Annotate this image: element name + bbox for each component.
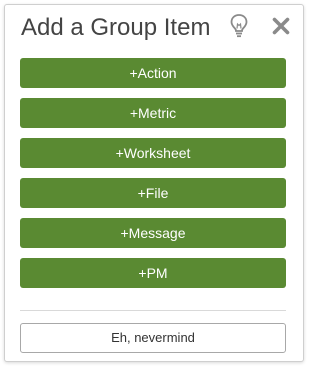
add-worksheet-button[interactable]: +Worksheet bbox=[20, 138, 286, 168]
dialog-title: Add a Group Item bbox=[21, 14, 211, 41]
add-message-button[interactable]: +Message bbox=[20, 218, 286, 248]
add-pm-button[interactable]: +PM bbox=[20, 258, 286, 288]
cancel-button[interactable]: Eh, nevermind bbox=[20, 323, 286, 353]
dialog-header: Add a Group Item bbox=[5, 5, 303, 51]
close-icon[interactable] bbox=[271, 16, 291, 36]
footer-divider bbox=[20, 310, 286, 311]
add-action-button[interactable]: +Action bbox=[20, 58, 286, 88]
add-file-button[interactable]: +File bbox=[20, 178, 286, 208]
add-metric-button[interactable]: +Metric bbox=[20, 98, 286, 128]
lightbulb-icon[interactable] bbox=[229, 13, 249, 39]
add-group-item-dialog: Add a Group Item +Action +Metric +Worksh… bbox=[4, 4, 304, 362]
group-item-options: +Action +Metric +Worksheet +File +Messag… bbox=[20, 58, 286, 298]
